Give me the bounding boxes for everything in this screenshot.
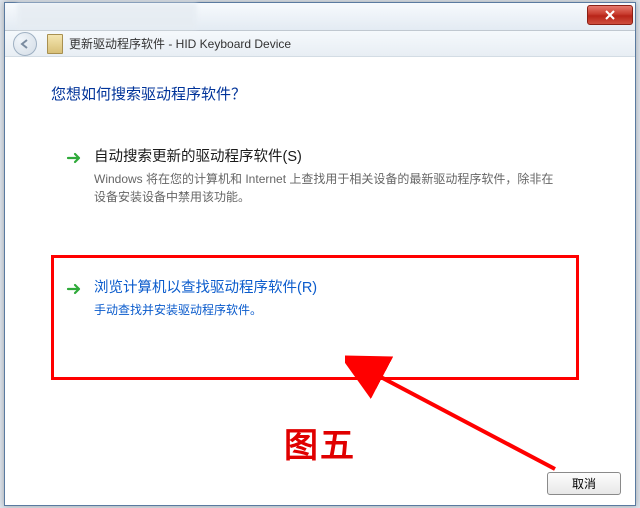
option-text: 自动搜索更新的驱动程序软件(S) Windows 将在您的计算机和 Intern… bbox=[94, 145, 564, 206]
device-icon bbox=[47, 34, 63, 54]
option-description: 手动查找并安装驱动程序软件。 bbox=[94, 301, 564, 319]
option-browse-computer[interactable]: 浏览计算机以查找驱动程序软件(R) 手动查找并安装驱动程序软件。 bbox=[51, 255, 579, 380]
footer: 取消 bbox=[547, 472, 621, 495]
content-area: 您想如何搜索驱动程序软件？ 自动搜索更新的驱动程序软件(S) Windows 将… bbox=[5, 59, 635, 505]
option-title: 自动搜索更新的驱动程序软件(S) bbox=[94, 145, 564, 166]
figure-label: 图五 bbox=[5, 418, 635, 467]
option-auto-search[interactable]: 自动搜索更新的驱动程序软件(S) Windows 将在您的计算机和 Intern… bbox=[51, 130, 579, 223]
options-list: 自动搜索更新的驱动程序软件(S) Windows 将在您的计算机和 Intern… bbox=[5, 104, 635, 380]
cancel-button[interactable]: 取消 bbox=[547, 472, 621, 495]
option-title: 浏览计算机以查找驱动程序软件(R) bbox=[94, 276, 564, 297]
back-button[interactable] bbox=[13, 32, 37, 56]
option-description: Windows 将在您的计算机和 Internet 上查找用于相关设备的最新驱动… bbox=[94, 170, 564, 206]
arrow-icon bbox=[66, 280, 84, 303]
background-blur bbox=[17, 3, 197, 29]
close-icon bbox=[605, 10, 615, 20]
close-button[interactable] bbox=[587, 5, 633, 25]
dialog-title: 更新驱动程序软件 - HID Keyboard Device bbox=[69, 35, 291, 52]
back-arrow-icon bbox=[19, 38, 31, 50]
arrow-icon bbox=[66, 149, 84, 172]
dialog-window: 更新驱动程序软件 - HID Keyboard Device 您想如何搜索驱动程… bbox=[4, 2, 636, 506]
header-bar: 更新驱动程序软件 - HID Keyboard Device bbox=[5, 31, 635, 57]
option-text: 浏览计算机以查找驱动程序软件(R) 手动查找并安装驱动程序软件。 bbox=[94, 276, 564, 319]
main-heading: 您想如何搜索驱动程序软件？ bbox=[5, 59, 635, 104]
